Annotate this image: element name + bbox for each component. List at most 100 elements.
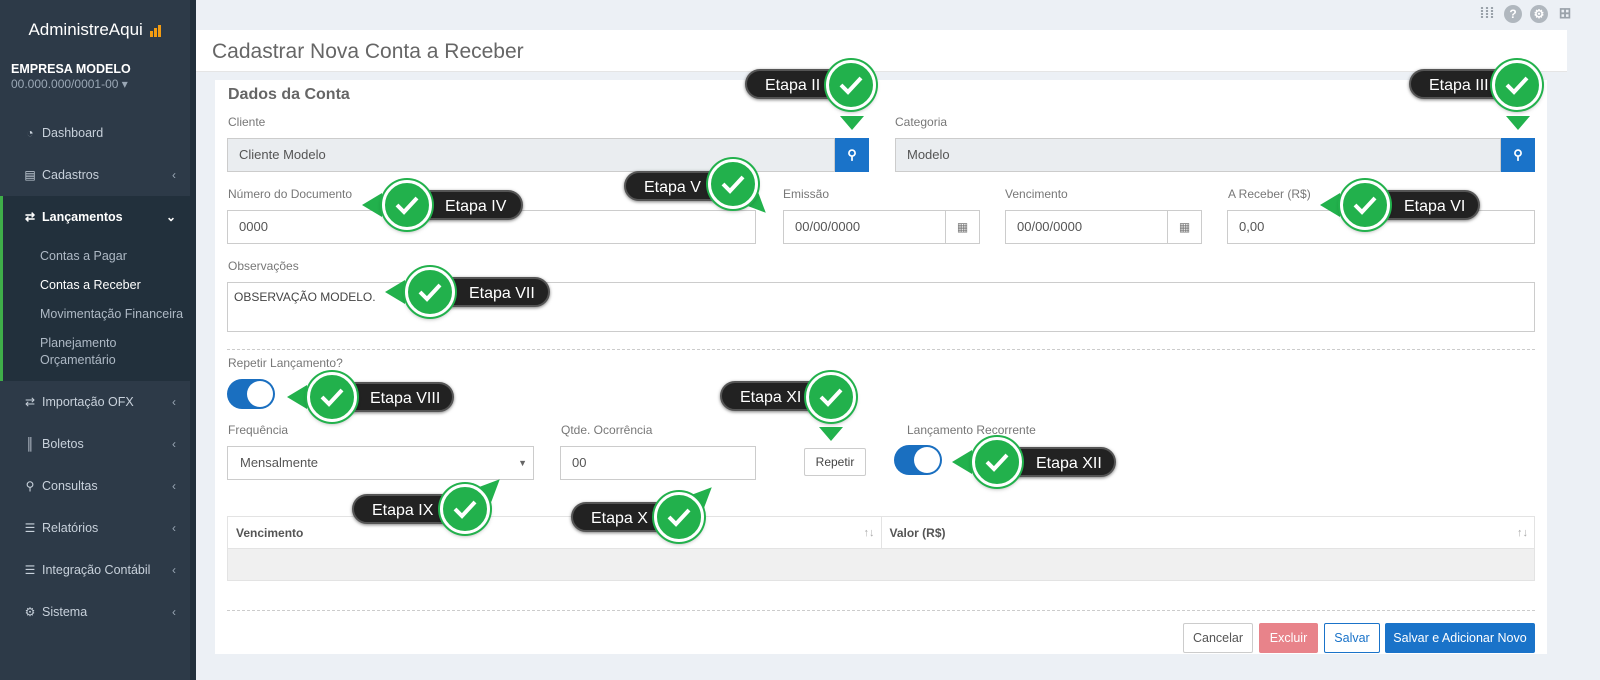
company-cnpj: 00.000.000/0001-00 (11, 77, 119, 91)
emissao-label: Emissão (783, 187, 830, 201)
chart-logo-icon (149, 22, 162, 42)
submenu-item-movimentacao[interactable]: Movimentação Financeira (3, 300, 190, 329)
submenu-item-contas-pagar[interactable]: Contas a Pagar (3, 242, 190, 271)
help-icon[interactable]: ? (1504, 5, 1522, 23)
check-circle-icon (708, 159, 758, 209)
check-circle-icon (382, 180, 432, 230)
numero-documento-label: Número do Documento (228, 187, 353, 201)
cliente-search-button[interactable]: ⚲ (835, 138, 869, 172)
step-pointer (1320, 193, 1340, 217)
step-pointer (1506, 116, 1530, 130)
apps-grid-icon[interactable]: ⁞⁞⁞ (1478, 5, 1496, 23)
sidebar-item-boletos[interactable]: ║ Boletos ‹ (0, 423, 190, 465)
sidebar-item-label: Boletos (42, 437, 84, 451)
sidebar-item-importacao[interactable]: ⇄ Importação OFX ‹ (0, 381, 190, 423)
vencimento-input[interactable]: 00/00/0000 (1005, 210, 1168, 244)
table-header-vencimento[interactable]: Vencimento ↑↓ (228, 517, 881, 548)
qtde-ocorrencia-label: Qtde. Ocorrência (561, 423, 653, 437)
calendar-icon[interactable]: ▦ (1168, 210, 1202, 244)
section-title: Dados da Conta (228, 86, 350, 103)
check-circle-icon (1492, 60, 1542, 110)
chevron-left-icon: ‹ (172, 437, 176, 451)
step-pointer (362, 193, 382, 217)
categoria-search-button[interactable]: ⚲ (1501, 138, 1535, 172)
qtde-ocorrencia-input[interactable]: 00 (560, 446, 756, 480)
divider (227, 349, 1535, 350)
step-pointer (287, 385, 307, 409)
sidebar-item-label: Integração Contábil (42, 563, 151, 577)
files-icon: ▤ (24, 168, 36, 182)
search-icon: ⚲ (847, 147, 857, 162)
categoria-field[interactable]: Modelo (895, 138, 1501, 172)
lancamento-recorrente-toggle[interactable] (894, 445, 942, 475)
sidebar-item-label: Sistema (42, 605, 88, 619)
repetir-lancamento-toggle[interactable] (227, 379, 275, 409)
sidebar-item-label: Lançamentos (42, 210, 123, 224)
caret-down-icon: ▾ (121, 77, 128, 91)
sidebar-edge (190, 0, 196, 680)
repetir-lancamento-label: Repetir Lançamento? (228, 356, 343, 370)
divider (227, 610, 1535, 611)
page-title: Cadastrar Nova Conta a Receber (212, 40, 524, 63)
frequencia-select[interactable]: Mensalmente ▼ (227, 446, 534, 480)
save-and-new-button[interactable]: Salvar e Adicionar Novo (1385, 623, 1535, 653)
repetir-button[interactable]: Repetir (804, 448, 866, 476)
chevron-left-icon: ‹ (172, 605, 176, 619)
delete-button[interactable]: Excluir (1259, 623, 1318, 653)
sidebar-item-label: Cadastros (42, 168, 99, 182)
submenu-item-planejamento[interactable]: Planejamento Orçamentário (3, 329, 153, 375)
sidebar-item-lancamentos[interactable]: ⇄ Lançamentos ⌄ (0, 196, 190, 238)
observacoes-label: Observações (228, 259, 299, 273)
brand-name: AdministreAqui (28, 20, 143, 39)
chevron-left-icon: ‹ (172, 395, 176, 409)
check-circle-icon (806, 372, 856, 422)
categoria-label: Categoria (895, 115, 948, 129)
brand-logo[interactable]: AdministreAqui (0, 0, 190, 62)
frequencia-value: Mensalmente (240, 455, 319, 470)
sidebar-item-cadastros[interactable]: ▤ Cadastros ‹ (0, 154, 190, 196)
table-header-valor[interactable]: Valor (R$) ↑↓ (880, 517, 1535, 548)
modules-icon[interactable]: ⊞ (1556, 5, 1574, 23)
caret-down-icon: ▼ (518, 458, 527, 468)
submenu-item-contas-receber[interactable]: Contas a Receber (3, 271, 190, 300)
check-circle-icon (1340, 180, 1390, 230)
chevron-left-icon: ‹ (172, 521, 176, 535)
a-receber-label: A Receber (R$) (1228, 187, 1311, 201)
search-icon: ⚲ (25, 479, 35, 493)
step-pointer (952, 450, 972, 474)
gear-icon[interactable]: ⚙ (1530, 5, 1548, 23)
barcode-icon: ║ (25, 437, 35, 451)
cancel-button[interactable]: Cancelar (1183, 623, 1253, 653)
save-button[interactable]: Salvar (1324, 623, 1380, 653)
sidebar-item-dashboard[interactable]: ◔ Dashboard (0, 112, 190, 154)
company-switcher[interactable]: EMPRESA MODELO 00.000.000/0001-00 ▾ (0, 62, 190, 112)
sidebar-item-consultas[interactable]: ⚲ Consultas ‹ (0, 465, 190, 507)
column-label: Vencimento (236, 526, 304, 540)
chevron-left-icon: ‹ (172, 168, 176, 182)
exchange-icon: ⇄ (24, 210, 36, 224)
form-card: Dados da Conta Cliente Cliente Modelo ⚲ … (215, 80, 1547, 654)
topbar: ⁞⁞⁞ ? ⚙ ⊞ (196, 0, 1600, 30)
calendar-icon[interactable]: ▦ (946, 210, 980, 244)
ocorrencias-table: Vencimento ↑↓ Valor (R$) ↑↓ (227, 516, 1535, 581)
emissao-input[interactable]: 00/00/0000 (783, 210, 946, 244)
sidebar: AdministreAqui EMPRESA MODELO 00.000.000… (0, 0, 190, 680)
sidebar-item-label: Importação OFX (42, 395, 134, 409)
search-icon: ⚲ (1513, 147, 1523, 162)
sidebar-item-relatorios[interactable]: ☰ Relatórios ‹ (0, 507, 190, 549)
page-header: Cadastrar Nova Conta a Receber (196, 30, 1567, 72)
sort-icon: ↑↓ (1517, 527, 1528, 539)
toggle-knob (914, 447, 940, 473)
sidebar-item-sistema[interactable]: ⚙ Sistema ‹ (0, 591, 190, 633)
cliente-label: Cliente (228, 115, 266, 129)
sidebar-item-label: Consultas (42, 479, 98, 493)
sidebar-item-integracao[interactable]: ☰ Integração Contábil ‹ (0, 549, 190, 591)
toggle-knob (247, 381, 273, 407)
sidebar-item-label: Dashboard (42, 126, 104, 140)
check-circle-icon (972, 437, 1022, 487)
table-empty-row (228, 549, 1534, 580)
check-circle-icon (307, 372, 357, 422)
list-icon: ☰ (24, 521, 36, 535)
dashboard-icon: ◔ (26, 126, 34, 140)
sidebar-item-label: Relatórios (42, 521, 99, 535)
